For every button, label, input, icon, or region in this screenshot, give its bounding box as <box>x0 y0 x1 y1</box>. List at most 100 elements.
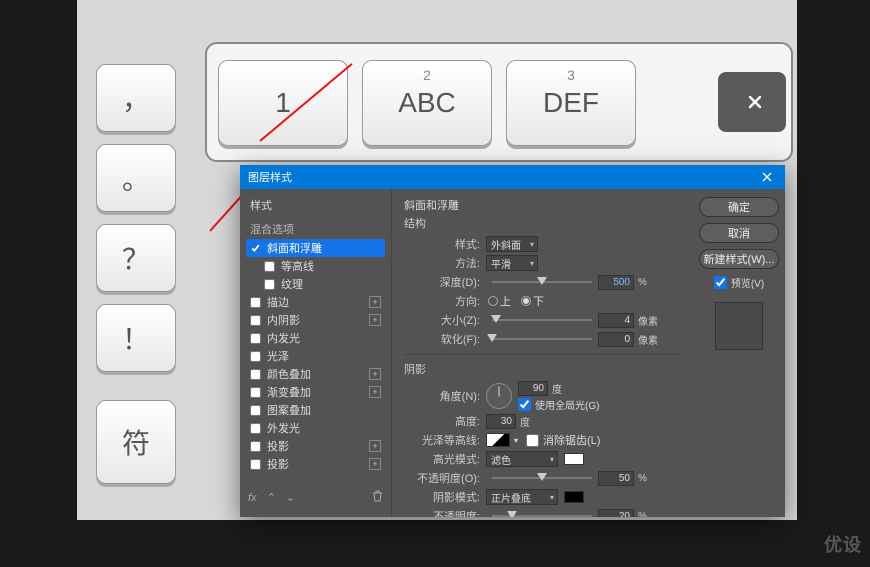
highlight-mode-select[interactable]: 滤色 <box>486 451 558 467</box>
ok-button[interactable]: 确定 <box>699 197 779 217</box>
style-item-7[interactable]: 颜色叠加 + <box>246 365 385 383</box>
antialias-checkbox[interactable] <box>526 434 539 447</box>
preview-checkbox[interactable] <box>714 276 727 289</box>
key-1[interactable]: 1 <box>218 60 348 146</box>
key-comma[interactable]: ， <box>96 64 176 132</box>
style-item-checkbox[interactable] <box>250 441 261 452</box>
altitude-input[interactable]: 30 <box>486 414 516 429</box>
style-item-1[interactable]: 等高线 <box>246 257 385 275</box>
shadow-mode-label: 阴影模式: <box>404 489 480 505</box>
shadow-opacity-input[interactable]: 20 <box>598 509 634 518</box>
key-3-sup: 3 <box>567 67 575 83</box>
direction-down-radio[interactable] <box>521 296 531 306</box>
down-arrow-icon[interactable]: ⌄ <box>286 491 295 504</box>
cancel-button[interactable]: 取消 <box>699 223 779 243</box>
technique-label: 方法: <box>404 255 480 271</box>
shadow-color-swatch[interactable] <box>564 491 584 503</box>
style-item-checkbox[interactable] <box>250 405 261 416</box>
key-exclaim[interactable]: ！ <box>96 304 176 372</box>
key-backspace[interactable] <box>718 72 786 132</box>
soften-label: 软化(F): <box>404 331 480 347</box>
style-item-0[interactable]: 斜面和浮雕 <box>246 239 385 257</box>
style-select[interactable]: 外斜面 <box>486 236 538 252</box>
altitude-label: 高度: <box>404 413 480 429</box>
new-style-button[interactable]: 新建样式(W)... <box>699 249 779 269</box>
highlight-mode-label: 高光模式: <box>404 451 480 467</box>
shadow-opacity-slider[interactable] <box>492 515 592 517</box>
highlight-opacity-input[interactable]: 50 <box>598 471 634 486</box>
styles-list-panel: 样式 混合选项 斜面和浮雕等高线纹理描边+内阴影+内发光光泽颜色叠加+渐变叠加+… <box>240 189 392 517</box>
style-item-checkbox[interactable] <box>250 351 261 362</box>
style-item-4[interactable]: 内阴影+ <box>246 311 385 329</box>
style-item-5[interactable]: 内发光 <box>246 329 385 347</box>
size-input[interactable]: 4 <box>598 313 634 328</box>
angle-dial[interactable] <box>486 383 512 409</box>
gloss-contour-picker[interactable] <box>486 433 510 447</box>
add-effect-icon[interactable]: + <box>369 458 381 470</box>
fx-icon[interactable]: fx <box>248 492 257 504</box>
style-item-checkbox[interactable] <box>250 423 261 434</box>
direction-label: 方向: <box>404 293 480 309</box>
highlight-opacity-slider[interactable] <box>492 477 592 479</box>
technique-select[interactable]: 平滑 <box>486 255 538 271</box>
style-item-checkbox[interactable] <box>250 459 261 470</box>
style-item-3[interactable]: 描边+ <box>246 293 385 311</box>
style-item-checkbox[interactable] <box>264 261 275 272</box>
depth-input[interactable]: 500 <box>598 275 634 290</box>
add-effect-icon[interactable]: + <box>369 296 381 308</box>
style-item-label: 等高线 <box>281 258 314 274</box>
add-effect-icon[interactable]: + <box>369 440 381 452</box>
style-item-label: 内发光 <box>267 330 300 346</box>
style-item-6[interactable]: 光泽 <box>246 347 385 365</box>
style-item-checkbox[interactable] <box>250 297 261 308</box>
key-3[interactable]: 3 DEF <box>506 60 636 146</box>
style-item-checkbox[interactable] <box>250 243 261 254</box>
key-dot[interactable]: 。 <box>96 144 176 212</box>
key-2[interactable]: 2 ABC <box>362 60 492 146</box>
blend-options-row[interactable]: 混合选项 <box>250 221 385 237</box>
close-icon[interactable] <box>757 167 777 187</box>
style-item-10[interactable]: 外发光 <box>246 419 385 437</box>
preview-swatch <box>715 302 763 350</box>
add-effect-icon[interactable]: + <box>369 386 381 398</box>
dialog-titlebar[interactable]: 图层样式 <box>240 165 785 189</box>
add-effect-icon[interactable]: + <box>369 368 381 380</box>
dialog-actions-panel: 确定 取消 新建样式(W)... 预览(V) <box>693 189 785 517</box>
chevron-down-icon[interactable]: ▾ <box>514 436 518 445</box>
size-slider[interactable] <box>492 319 592 321</box>
angle-input[interactable]: 90 <box>518 381 548 396</box>
depth-label: 深度(D): <box>404 274 480 290</box>
style-item-label: 图案叠加 <box>267 402 311 418</box>
key-fu[interactable]: 符 <box>96 400 176 484</box>
style-item-label: 光泽 <box>267 348 289 364</box>
style-item-11[interactable]: 投影+ <box>246 437 385 455</box>
style-item-checkbox[interactable] <box>250 369 261 380</box>
style-item-checkbox[interactable] <box>250 315 261 326</box>
soften-slider[interactable] <box>492 338 592 340</box>
style-item-label: 颜色叠加 <box>267 366 311 382</box>
depth-slider[interactable] <box>492 281 592 283</box>
style-item-9[interactable]: 图案叠加 <box>246 401 385 419</box>
watermark: 优设 <box>824 531 862 557</box>
angle-label: 角度(N): <box>404 388 480 404</box>
bevel-settings-panel: 斜面和浮雕 结构 样式: 外斜面 方法: 平滑 深度(D): 500 % 方向:… <box>392 189 693 517</box>
direction-up-radio[interactable] <box>488 296 498 306</box>
add-effect-icon[interactable]: + <box>369 314 381 326</box>
up-arrow-icon[interactable]: ⌃ <box>267 491 276 504</box>
dialog-title: 图层样式 <box>248 169 292 185</box>
style-item-12[interactable]: 投影+ <box>246 455 385 473</box>
size-label: 大小(Z): <box>404 312 480 328</box>
trash-icon[interactable] <box>372 490 383 505</box>
global-light-checkbox[interactable] <box>518 398 531 411</box>
style-item-checkbox[interactable] <box>250 387 261 398</box>
gloss-label: 光泽等高线: <box>404 432 480 448</box>
soften-input[interactable]: 0 <box>598 332 634 347</box>
style-item-2[interactable]: 纹理 <box>246 275 385 293</box>
style-item-8[interactable]: 渐变叠加+ <box>246 383 385 401</box>
style-item-checkbox[interactable] <box>264 279 275 290</box>
highlight-color-swatch[interactable] <box>564 453 584 465</box>
shadow-mode-select[interactable]: 正片叠底 <box>486 489 558 505</box>
key-2-sup: 2 <box>423 67 431 83</box>
key-question[interactable]: ？ <box>96 224 176 292</box>
style-item-checkbox[interactable] <box>250 333 261 344</box>
